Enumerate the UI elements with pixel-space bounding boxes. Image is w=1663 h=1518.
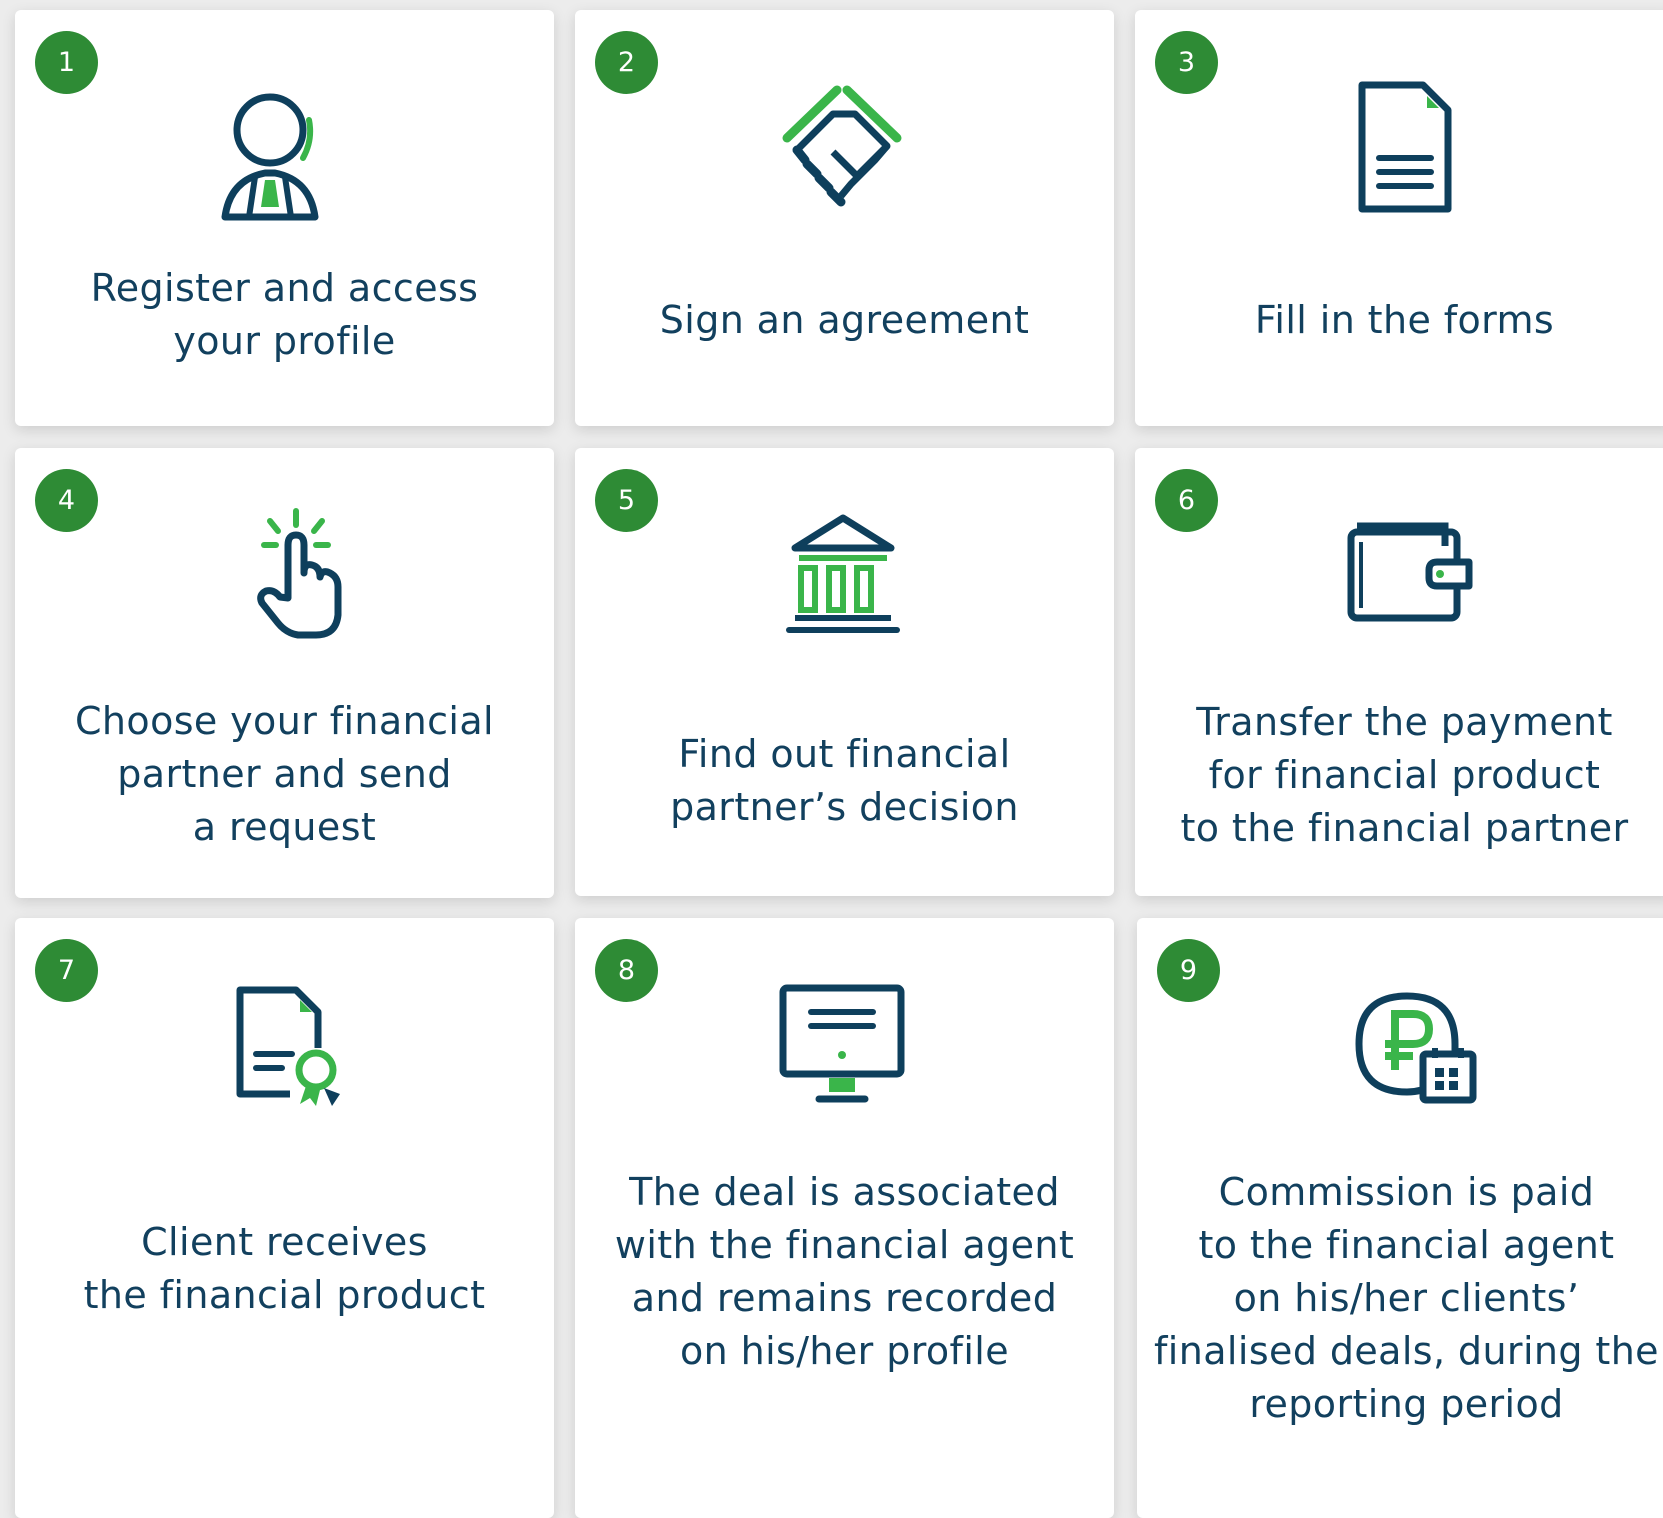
step-label: Transfer the payment for financial produc… (1180, 700, 1629, 850)
pointer-click-icon (240, 503, 370, 643)
step-label: Choose your financial partner and send a r… (75, 699, 494, 849)
handshake-icon (775, 80, 910, 220)
step-number-badge: 1 (35, 31, 98, 94)
ruble-calendar-icon (1347, 980, 1487, 1110)
step-number-badge: 6 (1155, 469, 1218, 532)
step-number-badge: 4 (35, 469, 98, 532)
certificate-icon (230, 982, 360, 1112)
bank-icon (785, 510, 905, 640)
step-label: Fill in the forms (1254, 298, 1555, 342)
step-number-badge: 9 (1157, 939, 1220, 1002)
step-number-badge: 7 (35, 939, 98, 1002)
step-number-badge: 3 (1155, 31, 1218, 94)
step-label: Sign an agreement (659, 298, 1030, 342)
step-card-4: 4 Choose your financial partner and send a… (15, 448, 554, 898)
step-label: The deal is associated with the financial… (614, 1170, 1075, 1373)
wallet-icon (1345, 518, 1475, 628)
step-card-2: 2 Sign an agreement (575, 10, 1114, 426)
step-card-6: 6 Transfer the payment for financial prod… (1135, 448, 1663, 896)
step-card-5: 5 Find out financial partner’s decision (575, 448, 1114, 896)
step-number-badge: 5 (595, 469, 658, 532)
user-profile-icon (205, 85, 355, 225)
step-label: Commission is paid to the financial agent… (1154, 1170, 1659, 1426)
step-label: Find out financial partner’s decision (670, 732, 1019, 829)
document-icon (1355, 78, 1455, 218)
step-card-8: 8 The deal is associated with the financi… (575, 918, 1114, 1518)
step-number-badge: 8 (595, 939, 658, 1002)
step-label: Register and access your profile (90, 266, 479, 363)
monitor-icon (777, 982, 907, 1112)
step-label: Client receives the financial product (83, 1220, 486, 1317)
step-number-badge: 2 (595, 31, 658, 94)
step-card-9: 9 Commission is paid to the financial age… (1137, 918, 1663, 1518)
step-card-1: 1 Register and access your profile (15, 10, 554, 426)
step-card-7: 7 Client receives the financial product (15, 918, 554, 1518)
step-card-3: 3 Fill in the forms (1135, 10, 1663, 426)
